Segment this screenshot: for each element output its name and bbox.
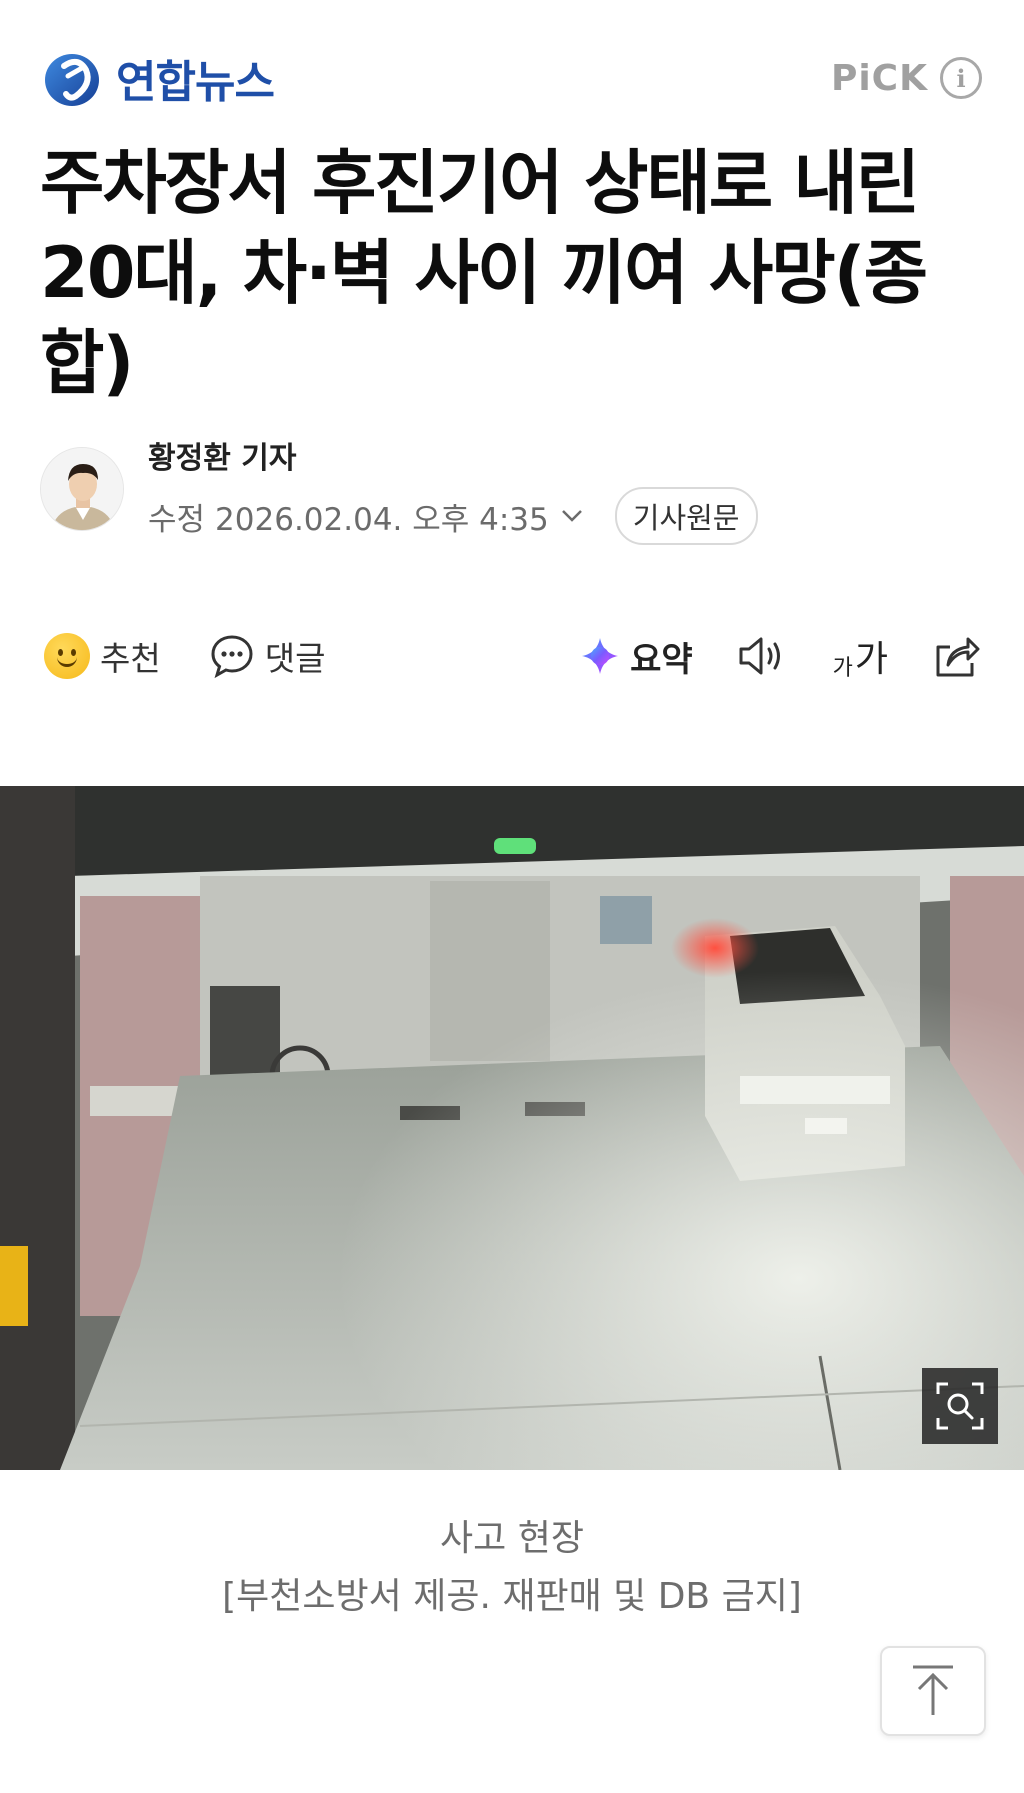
comment-button[interactable]: 댓글 — [209, 632, 326, 680]
action-bar: 추천 댓글 요약 가 가 — [44, 628, 980, 684]
yonhap-logo-icon — [45, 54, 99, 106]
article-meta: 수정 2026.02.04. 오후 4:35 기사원문 — [148, 487, 758, 545]
summary-button[interactable]: 요약 — [578, 632, 693, 681]
pick-label: PiCK — [830, 57, 928, 99]
arrow-up-icon — [913, 1665, 953, 1715]
zoom-icon — [936, 1382, 984, 1430]
chevron-down-icon[interactable] — [561, 504, 583, 529]
pick-badge[interactable]: PiCK i — [831, 57, 982, 99]
zoom-button[interactable] — [922, 1368, 998, 1444]
font-size-button[interactable]: 가 가 — [833, 630, 888, 682]
comment-label: 댓글 — [264, 639, 326, 678]
parking-lot-photo — [0, 786, 1024, 1470]
original-article-button[interactable]: 기사원문 — [614, 487, 758, 545]
caption-title: 사고 현장 — [440, 1518, 584, 1559]
comment-icon — [211, 635, 253, 679]
share-button[interactable] — [932, 633, 980, 679]
summary-label: 요약 — [630, 639, 693, 680]
press-name: 연합뉴스 — [116, 57, 275, 108]
author-name[interactable]: 황정환 기자 — [148, 433, 758, 477]
edited-label: 수정 — [148, 501, 206, 538]
recommend-label: 추천 — [100, 639, 161, 678]
person-photo-icon — [41, 448, 123, 530]
share-icon — [936, 637, 980, 677]
caption-credit: [부천소방서 제공. 재판매 및 DB 금지] — [222, 1576, 802, 1617]
author-info: 황정환 기자 수정 2026.02.04. 오후 4:35 기사원문 — [148, 433, 758, 545]
press-logo[interactable]: 연합뉴스 — [42, 46, 275, 110]
smile-icon — [44, 633, 90, 679]
scroll-top-button[interactable] — [880, 1646, 986, 1736]
text-to-speech-button[interactable] — [737, 634, 789, 678]
font-size-icon: 가 가 — [833, 630, 888, 682]
article-page: 연합뉴스 PiCK i 주차장서 후진기어 상태로 내린 20대, 차·벽 사이… — [0, 0, 1024, 1793]
speaker-icon — [739, 637, 780, 675]
author-block: 황정환 기자 수정 2026.02.04. 오후 4:35 기사원문 — [40, 441, 984, 545]
article-title: 주차장서 후진기어 상태로 내린 20대, 차·벽 사이 끼여 사망(종합) — [40, 142, 928, 404]
author-avatar[interactable] — [40, 447, 124, 531]
font-small-glyph: 가 — [832, 656, 853, 681]
ai-summary-icon — [582, 638, 619, 674]
font-big-glyph: 가 — [854, 639, 888, 680]
article-datetime: 2026.02.04. 오후 4:35 — [215, 501, 549, 538]
recommend-button[interactable]: 추천 — [44, 632, 161, 680]
info-icon[interactable]: i — [940, 57, 982, 99]
article-photo[interactable] — [0, 786, 1024, 1470]
photo-caption: 사고 현장 [부천소방서 제공. 재판매 및 DB 금지] — [0, 1510, 1024, 1626]
top-header: 연합뉴스 PiCK i — [42, 40, 982, 116]
